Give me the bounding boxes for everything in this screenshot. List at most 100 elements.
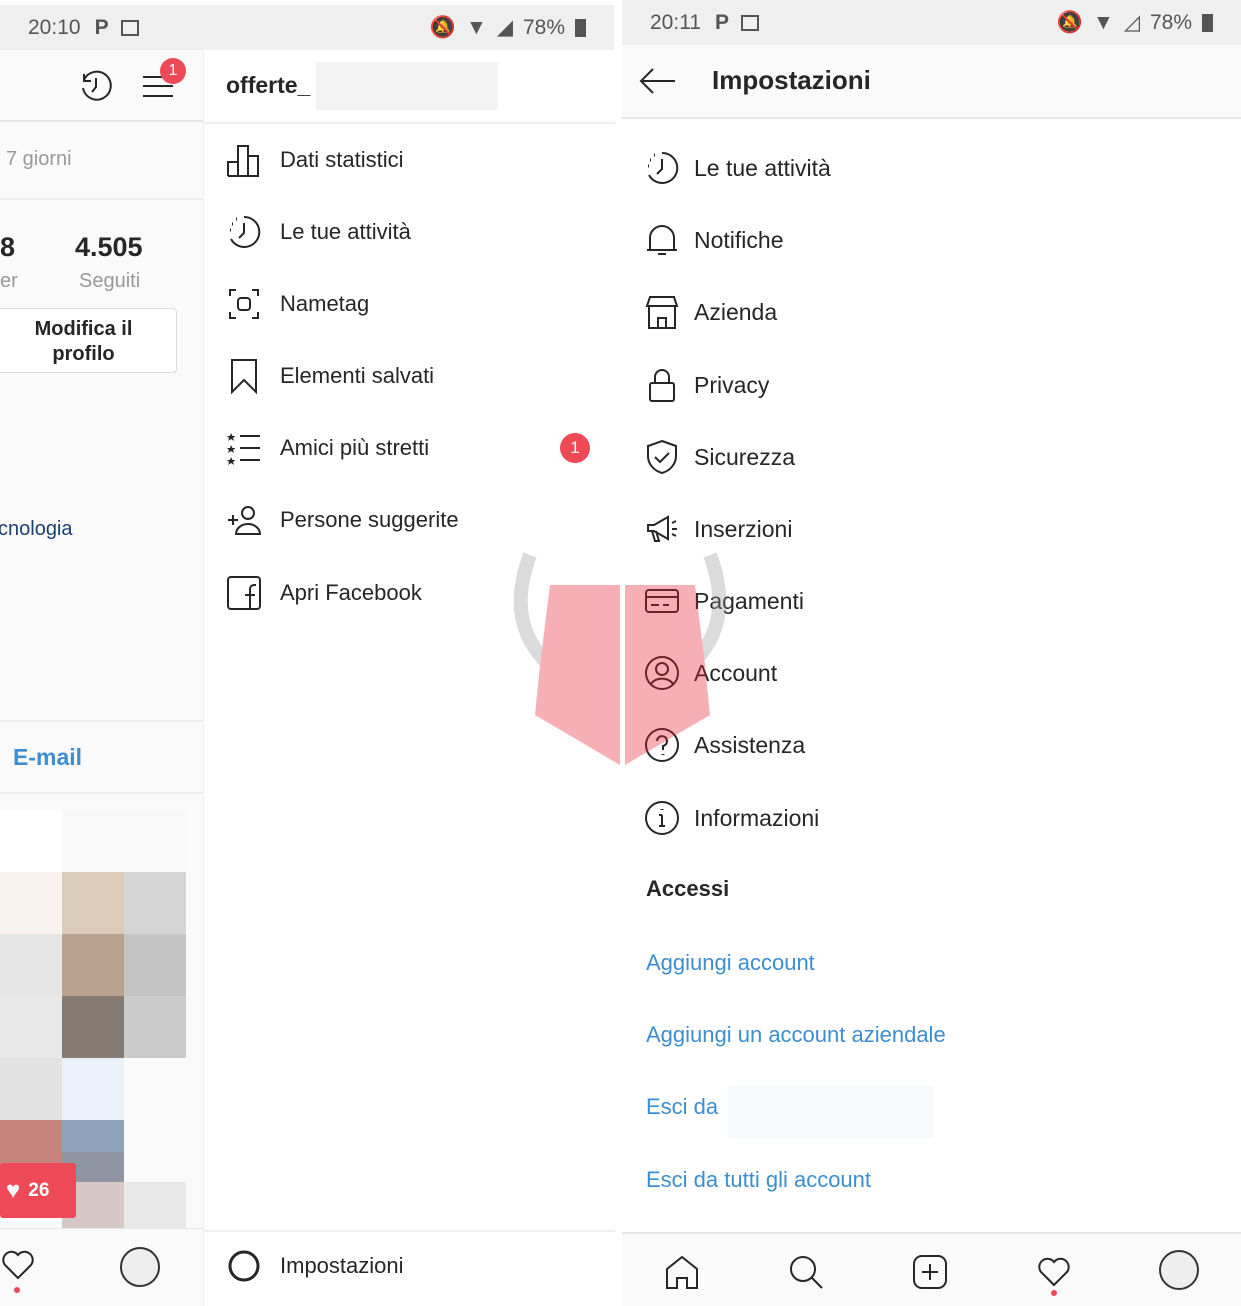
likes-count: 26 [28,1179,50,1201]
calendar-icon [120,19,139,36]
battery-icon [575,18,586,37]
home-icon[interactable] [662,1252,702,1292]
following-count[interactable]: 4.505 [75,232,143,263]
item-label: Inserzioni [694,515,793,542]
p-icon: P [715,10,730,34]
status-bar-right: 20:11 P 🔕 ▼ ◿ 78% [622,0,1241,45]
wifi-icon: ▼ [1093,10,1114,34]
shield-icon [640,435,684,479]
bottom-nav [622,1232,1241,1306]
settings-item-informazioni[interactable]: Informazioni [640,796,819,840]
profile-avatar[interactable] [120,1247,160,1287]
email-button[interactable]: E-mail [13,744,82,771]
likes-popup: ♥ 26 [0,1163,76,1218]
settings-item-assistenza[interactable]: Assistenza [640,723,805,767]
item-label: Amici più stretti [280,435,430,460]
section-title-accessi: Accessi [646,876,730,901]
item-label: Nametag [280,291,370,316]
log-out-account-link[interactable]: Esci da [646,1094,718,1120]
settings-item-account[interactable]: Account [640,651,777,695]
drawer-item-persone-suggerite[interactable]: Persone suggerite [222,498,459,542]
status-bar-left: 20:10 P 🔕 ▼ ◢ 78% [0,5,614,50]
drawer-settings-button[interactable]: Impostazioni [222,1244,404,1288]
battery-icon [1202,13,1213,32]
history-icon[interactable] [76,66,116,106]
item-label: Pagamenti [694,587,804,614]
mute-icon: 🔕 [1056,10,1084,34]
username-redaction [728,1086,933,1138]
new-post-icon[interactable] [910,1252,950,1292]
add-person-icon [222,498,266,542]
item-label: Account [694,659,778,686]
activity-clock-icon [222,210,266,254]
add-business-account-link[interactable]: Aggiungi un account aziendale [646,1022,946,1048]
battery-text: 78% [522,15,565,39]
drawer-item-amici-piu-stretti[interactable]: Amici più stretti [222,426,429,470]
drawer-item-dati-statistici[interactable]: Dati statistici [222,138,403,182]
add-account-link[interactable]: Aggiungi account [646,950,815,976]
left-bottom-nav [0,1228,203,1306]
item-label: Assistenza [694,731,806,758]
item-label: Le tue attività [694,154,831,181]
account-circle-icon [640,651,684,695]
mute-icon: 🔕 [429,15,457,39]
wifi-icon: ▼ [466,15,487,39]
item-label: Persone suggerite [280,507,459,532]
page-title: Impostazioni [712,65,871,95]
drawer-item-apri-facebook[interactable]: Apri Facebook [222,571,422,615]
settings-item-le-tue-attivita[interactable]: Le tue attività [640,146,831,190]
item-label: Impostazioni [280,1253,404,1278]
menu-badge: 1 [160,58,186,84]
p-icon: P [94,15,109,39]
edit-profile-button[interactable]: Modifica il profilo [0,308,177,373]
settings-item-notifiche[interactable]: Notifiche [640,218,783,262]
settings-item-azienda[interactable]: Azienda [640,290,777,334]
search-icon[interactable] [786,1252,826,1292]
item-label: Apri Facebook [280,580,422,605]
item-label: Informazioni [694,804,820,831]
activity-dot [14,1287,20,1293]
settings-item-sicurezza[interactable]: Sicurezza [640,435,795,479]
nametag-icon [222,282,266,326]
drawer-item-le-tue-attivita[interactable]: Le tue attività [222,210,411,254]
credit-card-icon [640,579,684,623]
help-icon [640,723,684,767]
profile-avatar[interactable] [1159,1250,1199,1290]
settings-header: Impostazioni [622,45,1241,119]
activity-dot [1051,1290,1057,1296]
settings-item-inserzioni[interactable]: Inserzioni [640,507,792,551]
battery-text: 78% [1149,10,1192,34]
settings-item-pagamenti[interactable]: Pagamenti [640,579,804,623]
heart-icon[interactable] [1034,1252,1074,1292]
followers-label: er [0,270,18,292]
drawer-item-elementi-salvati[interactable]: Elementi salvati [222,354,434,398]
item-label: Azienda [694,298,778,325]
heart-icon[interactable] [0,1247,36,1283]
calendar-icon [741,14,760,31]
drawer-item-nametag[interactable]: Nametag [222,282,369,326]
close-friends-badge: 1 [560,433,590,463]
drawer-username: offerte_ [226,72,311,98]
item-label: Privacy [694,371,770,398]
item-label: Le tue attività [280,219,411,244]
back-arrow-icon[interactable] [636,63,678,99]
signal-icon: ◿ [1123,11,1140,34]
activity-clock-icon [640,146,684,190]
following-label: Seguiti [79,270,141,292]
followers-count: 8 [0,232,16,262]
bar-chart-icon [222,138,266,182]
item-label: Notifiche [694,226,784,253]
bell-icon [640,218,684,262]
bookmark-icon [222,354,266,398]
settings-item-privacy[interactable]: Privacy [640,363,769,407]
log-out-all-link[interactable]: Esci da tutti gli account [646,1167,871,1193]
period-text: 7 giorni [6,148,72,170]
category-text: cnologia [0,518,73,540]
status-time: 20:11 [650,10,701,34]
item-label: Sicurezza [694,443,795,470]
username-redaction [316,62,498,110]
lock-icon [640,363,684,407]
gear-icon [222,1244,266,1288]
signal-icon: ◢ [496,16,513,39]
item-label: Dati statistici [280,147,404,172]
